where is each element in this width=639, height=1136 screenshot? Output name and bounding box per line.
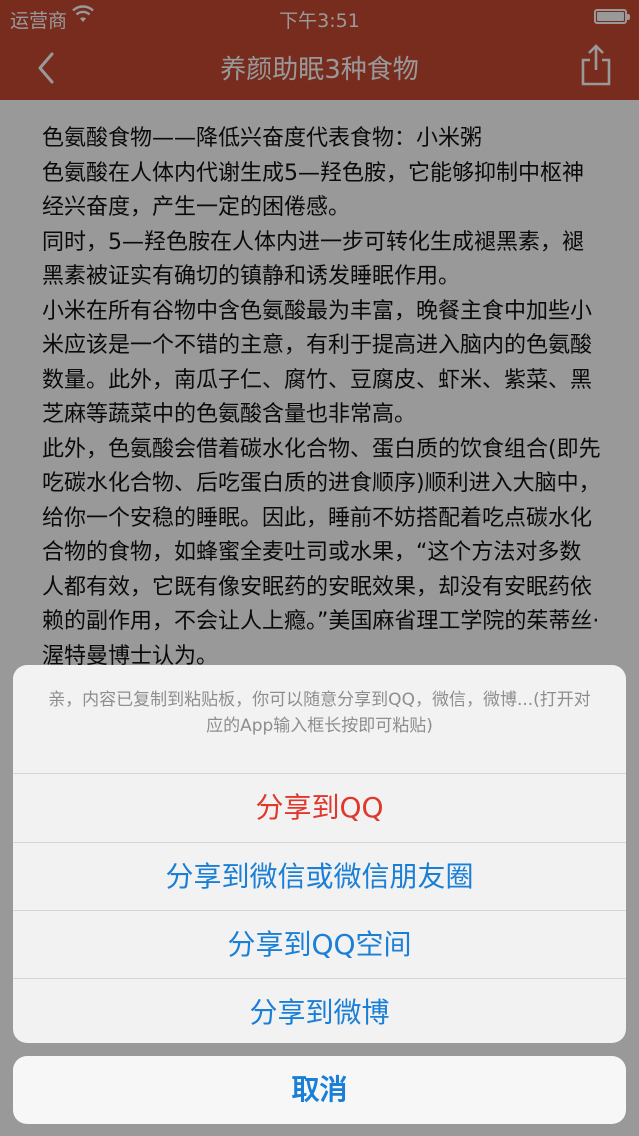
share-action-sheet: 亲，内容已复制到粘贴板，你可以随意分享到QQ，微信，微博...(打开对应的App… bbox=[13, 665, 626, 1043]
share-to-weibo-button[interactable]: 分享到微博 bbox=[13, 978, 626, 1043]
share-to-qq-button[interactable]: 分享到QQ bbox=[13, 773, 626, 842]
share-to-qzone-button[interactable]: 分享到QQ空间 bbox=[13, 910, 626, 978]
cancel-button[interactable]: 取消 bbox=[13, 1056, 626, 1124]
action-sheet-message: 亲，内容已复制到粘贴板，你可以随意分享到QQ，微信，微博...(打开对应的App… bbox=[48, 690, 591, 736]
share-to-wechat-button[interactable]: 分享到微信或微信朋友圈 bbox=[13, 842, 626, 910]
app-screen: 运营商 下午3:51 养颜助眠3种食物 色氨酸食物——降低兴奋度代表食物：小米粥… bbox=[0, 0, 639, 1136]
